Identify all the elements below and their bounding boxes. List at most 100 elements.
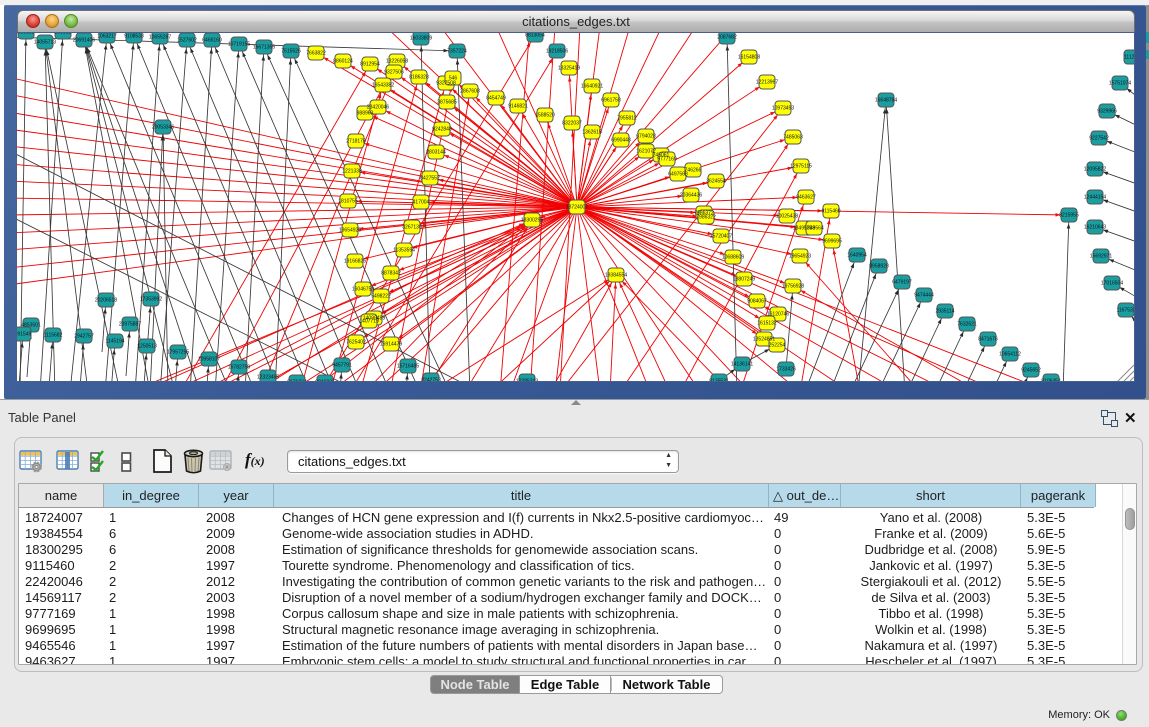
svg-text:6466160: 6466160: [202, 38, 222, 44]
svg-text:1221338: 1221338: [342, 169, 362, 175]
svg-text:14055713: 14055713: [34, 40, 56, 46]
svg-text:7632621: 7632621: [957, 322, 977, 328]
svg-text:8427552: 8427552: [420, 176, 440, 182]
svg-text:1407719: 1407719: [359, 319, 379, 325]
svg-text:9457791: 9457791: [332, 363, 352, 369]
svg-text:8878342: 8878342: [381, 271, 401, 277]
svg-text:7955812: 7955812: [617, 116, 637, 122]
svg-text:9084067: 9084067: [747, 299, 767, 305]
svg-text:16210643: 16210643: [1084, 225, 1106, 231]
svg-text:1615132: 1615132: [757, 321, 777, 327]
svg-text:16648784: 16648784: [875, 98, 897, 104]
svg-text:9463627: 9463627: [796, 195, 816, 201]
svg-text:20206518: 20206518: [95, 298, 117, 304]
svg-text:1063217: 1063217: [97, 34, 117, 40]
svg-text:7986322: 7986322: [696, 215, 716, 221]
svg-text:3267130: 3267130: [402, 225, 422, 231]
svg-text:8816031: 8816031: [315, 380, 335, 382]
svg-text:7515526: 7515526: [281, 49, 301, 55]
svg-text:12213967: 12213967: [756, 80, 778, 86]
svg-text:9329966: 9329966: [1097, 109, 1117, 115]
svg-text:16640921: 16640921: [581, 84, 603, 90]
svg-text:546: 546: [449, 76, 458, 82]
svg-text:10025438: 10025438: [776, 214, 798, 220]
svg-text:16671355: 16671355: [253, 45, 275, 51]
svg-text:2803144: 2803144: [426, 150, 446, 156]
svg-text:1849564: 1849564: [804, 226, 824, 232]
svg-text:2942757: 2942757: [74, 334, 94, 340]
svg-text:16782759: 16782759: [228, 365, 250, 371]
svg-text:7625402: 7625402: [346, 340, 366, 346]
svg-text:17016504: 17016504: [1101, 281, 1123, 287]
svg-text:15751074: 15751074: [1109, 81, 1131, 87]
svg-text:13226058: 13226058: [386, 59, 408, 65]
svg-text:9474444: 9474444: [914, 293, 934, 299]
svg-text:8813054: 8813054: [525, 33, 545, 39]
svg-text:6961758: 6961758: [601, 98, 621, 104]
svg-text:13325419: 13325419: [558, 66, 580, 72]
svg-text:15692971: 15692971: [1090, 254, 1112, 260]
svg-text:10654112: 10654112: [999, 352, 1021, 358]
svg-text:15720407: 15720407: [710, 234, 732, 240]
svg-text:8215955: 8215955: [1059, 213, 1079, 219]
svg-text:990533: 990533: [18, 33, 35, 36]
svg-text:19166825: 19166825: [344, 259, 366, 265]
svg-text:1640954: 1640954: [847, 253, 867, 259]
svg-text:2867608: 2867608: [460, 89, 480, 95]
svg-text:16046758: 16046758: [352, 287, 374, 293]
svg-text:8912954: 8912954: [360, 62, 380, 68]
svg-text:20053346: 20053346: [152, 125, 174, 131]
svg-text:8860124: 8860124: [333, 59, 353, 65]
svg-text:12975115: 12975115: [790, 164, 812, 170]
svg-text:391549: 391549: [17, 332, 32, 338]
svg-text:10719155: 10719155: [228, 42, 250, 48]
svg-text:20691406: 20691406: [73, 38, 95, 44]
svg-text:8322037: 8322037: [562, 121, 582, 127]
svg-text:16543382: 16543382: [372, 83, 394, 89]
svg-text:16154808: 16154808: [738, 55, 760, 61]
svg-text:18807249: 18807249: [733, 277, 755, 283]
svg-text:9777169: 9777169: [657, 157, 677, 163]
svg-text:2242753: 2242753: [421, 378, 441, 382]
svg-text:17353992: 17353992: [140, 297, 162, 303]
svg-text:12444154: 12444154: [1084, 195, 1106, 201]
svg-text:1115682: 1115682: [44, 333, 63, 339]
svg-text:20364436: 20364436: [680, 193, 702, 199]
svg-text:8958928: 8958928: [869, 264, 889, 270]
svg-text:6794028: 6794028: [636, 134, 656, 140]
svg-text:6990448: 6990448: [611, 138, 631, 144]
svg-text:10655287: 10655287: [149, 35, 171, 41]
svg-text:252254: 252254: [769, 343, 786, 349]
svg-text:1733426: 1733426: [776, 367, 796, 373]
svg-text:9115460: 9115460: [821, 209, 840, 215]
svg-text:10688609: 10688609: [722, 255, 744, 261]
svg-text:10285343: 10285343: [516, 379, 538, 382]
svg-text:12095822: 12095822: [1084, 167, 1106, 173]
svg-text:1250513: 1250513: [137, 344, 157, 350]
svg-text:23420046: 23420046: [367, 105, 389, 111]
svg-text:1527602: 1527602: [177, 38, 197, 44]
svg-text:8125531: 8125531: [709, 379, 729, 382]
svg-text:1362615: 1362615: [582, 130, 602, 136]
svg-text:1167533: 1167533: [1116, 308, 1134, 314]
svg-text:11353594: 11353594: [393, 248, 415, 254]
svg-text:1588520: 1588520: [535, 113, 555, 119]
svg-text:9699695: 9699695: [822, 239, 842, 245]
svg-text:417004: 417004: [413, 200, 430, 206]
svg-text:8186328: 8186328: [409, 75, 429, 81]
svg-text:9245652: 9245652: [1021, 368, 1041, 374]
svg-text:10973493: 10973493: [772, 106, 794, 112]
svg-text:12323465: 12323465: [257, 375, 279, 381]
svg-text:1810755: 1810755: [338, 199, 358, 205]
svg-text:203318: 203318: [55, 33, 72, 36]
svg-text:8471676: 8471676: [978, 337, 998, 343]
svg-text:16120746: 16120746: [767, 312, 789, 318]
svg-text:16914479: 16914479: [380, 342, 402, 348]
svg-text:9327506: 9327506: [384, 70, 404, 76]
svg-text:9227542: 9227542: [1089, 136, 1109, 142]
svg-text:17957255: 17957255: [167, 350, 189, 356]
svg-text:9146821: 9146821: [508, 104, 528, 110]
svg-text:9242848: 9242848: [432, 127, 452, 133]
svg-text:8106454: 8106454: [1041, 379, 1061, 382]
svg-text:988963: 988963: [357, 111, 374, 117]
